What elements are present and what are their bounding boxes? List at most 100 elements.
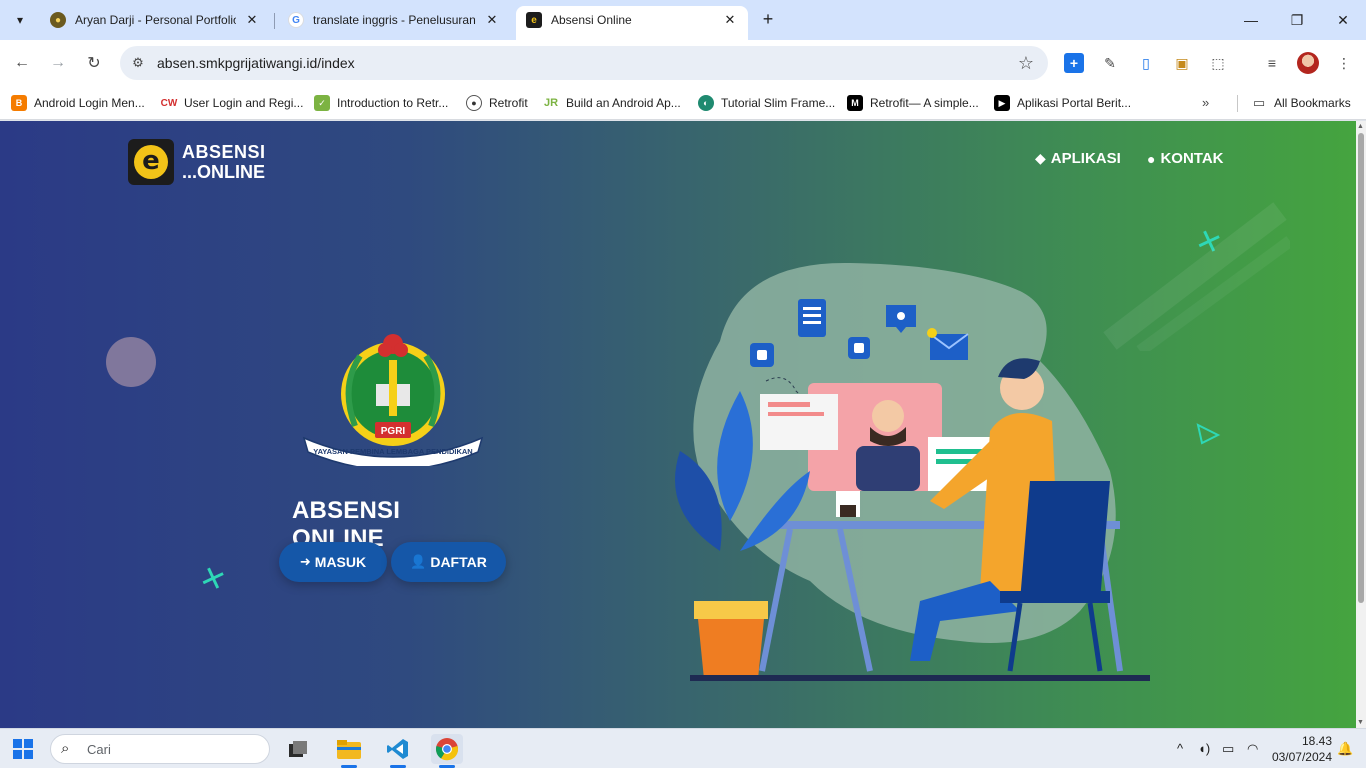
bookmark-item[interactable]: CW User Login and Regi...	[161, 92, 303, 114]
windows-taskbar: ⌕ Cari ^ ◖) ▭ ◠ 18.43 03/07/2024 🔔	[0, 728, 1366, 768]
tab-absensi-online[interactable]: e Absensi Online ✕	[516, 6, 748, 40]
jr-icon: JR	[543, 95, 559, 111]
media-control-icon[interactable]: ≡	[1262, 53, 1282, 73]
clock-time: 18.43	[1301, 734, 1332, 748]
chrome-icon[interactable]	[431, 734, 463, 768]
bookmark-label: Tutorial Slim Frame...	[721, 96, 836, 110]
decorative-bubble	[106, 337, 156, 387]
nav-aplikasi[interactable]: ◆ APLIKASI	[1035, 150, 1121, 167]
extension-plus-icon[interactable]: +	[1064, 53, 1084, 73]
url-text[interactable]: absen.smkpgrijatiwangi.id/index	[157, 55, 355, 71]
forward-button[interactable]: →	[46, 51, 70, 75]
task-view-icon[interactable]	[282, 734, 314, 764]
bookmark-label: Build an Android Ap...	[566, 96, 681, 110]
reload-button[interactable]: ↻	[82, 51, 106, 75]
emblem-ribbon-text: YAYASAN PEMBINA LEMBAGA PENDIDIKAN	[313, 447, 472, 456]
close-window-button[interactable]: ✕	[1320, 0, 1366, 40]
comments-icon: ●	[1147, 150, 1156, 167]
scroll-up-icon[interactable]: ▲	[1357, 123, 1364, 130]
bookmark-item[interactable]: ▶ Aplikasi Portal Berit...	[994, 92, 1131, 114]
notification-bell-icon[interactable]: 🔔	[1337, 741, 1353, 757]
plus-icon: +	[762, 8, 774, 29]
tab-google-search[interactable]: G translate inggris - Penelusuran G ✕	[278, 6, 510, 34]
sign-in-icon: ➜	[299, 554, 311, 569]
profile-avatar[interactable]	[1297, 52, 1319, 74]
tab-title: Absensi Online	[551, 13, 632, 27]
address-bar[interactable]: ⚙ absen.smkpgrijatiwangi.id/index ☆	[120, 46, 1048, 80]
restore-icon: ❐	[1290, 11, 1304, 28]
pgri-emblem: PGRI YAYASAN PEMBINA LEMBAGA PENDIDIKAN	[302, 334, 484, 466]
menu-kebab-icon[interactable]: ⋮	[1334, 53, 1354, 73]
file-explorer-icon[interactable]	[333, 734, 365, 768]
taskbar-search[interactable]: ⌕ Cari	[50, 734, 270, 764]
arrow-right-icon: →	[50, 54, 66, 71]
bookmark-item[interactable]: ✓ Introduction to Retr...	[314, 92, 448, 114]
new-tab-button[interactable]: +	[758, 9, 778, 29]
all-bookmarks-button[interactable]: ▭ All Bookmarks	[1251, 92, 1351, 114]
close-icon: ✕	[1337, 11, 1349, 28]
minimize-button[interactable]: —	[1228, 0, 1274, 40]
scrollbar-thumb[interactable]	[1358, 133, 1364, 603]
logo-mark: e	[128, 139, 174, 185]
bookmarks-bar: B Android Login Men... CW User Login and R…	[0, 86, 1366, 120]
close-icon[interactable]: ✕	[722, 12, 738, 28]
browser-toolbar: ← → ↻ ⚙ absen.smkpgrijatiwangi.id/index …	[0, 40, 1366, 86]
green-doc-icon: ✓	[314, 95, 330, 111]
system-clock[interactable]: 18.43 03/07/2024	[1270, 733, 1332, 765]
site-info-icon[interactable]: ⚙	[130, 55, 146, 71]
folder-icon: ▭	[1252, 95, 1266, 110]
arrow-left-icon: ←	[14, 54, 30, 71]
tray-overflow-icon[interactable]: ^	[1177, 741, 1183, 756]
minimize-icon: —	[1244, 12, 1258, 28]
page-scrollbar[interactable]: ▲ ▼	[1356, 121, 1366, 728]
extension-doc-icon[interactable]: ▯	[1136, 53, 1156, 73]
tab-title: translate inggris - Penelusuran G	[313, 13, 476, 27]
tab-divider	[274, 13, 275, 29]
google-favicon: G	[288, 12, 304, 28]
bookmark-item[interactable]: B Android Login Men...	[11, 92, 145, 114]
tab-portfolio[interactable]: ● Aryan Darji - Personal Portfolio ✕	[40, 6, 270, 34]
bookmarks-divider	[1237, 95, 1238, 112]
extensions-puzzle-icon[interactable]: ⬚	[1208, 53, 1228, 73]
office-illustration	[675, 262, 1150, 681]
masuk-button[interactable]: ➜ MASUK	[279, 542, 387, 582]
blogger-icon: B	[11, 95, 27, 111]
triangle-icon	[1196, 423, 1221, 445]
more-bookmarks-icon[interactable]: »	[1202, 95, 1209, 110]
bookmark-item[interactable]: JR Build an Android Ap...	[543, 92, 681, 114]
all-bookmarks-label: All Bookmarks	[1274, 96, 1351, 110]
wifi-icon[interactable]: ◠	[1247, 741, 1258, 757]
bookmark-label: Retrofit	[489, 96, 528, 110]
eyedropper-icon[interactable]: ✎	[1100, 53, 1120, 73]
back-button[interactable]: ←	[10, 51, 34, 75]
sparkle-icon: ✕	[195, 559, 231, 600]
user-plus-icon: 👤	[410, 554, 427, 569]
cw-icon: CW	[161, 95, 177, 111]
speaker-icon[interactable]: ◖)	[1198, 741, 1210, 756]
absensi-favicon: e	[526, 12, 542, 28]
bookmark-item[interactable]: M Retrofit— A simple...	[847, 92, 979, 114]
nav-kontak[interactable]: ● KONTAK	[1147, 150, 1224, 167]
extension-box-icon[interactable]: ▣	[1172, 53, 1192, 73]
tab-title: Aryan Darji - Personal Portfolio	[75, 13, 236, 27]
portfolio-favicon: ●	[50, 12, 66, 28]
vscode-icon[interactable]	[382, 734, 414, 768]
svg-text:PGRI: PGRI	[381, 426, 406, 437]
restore-button[interactable]: ❐	[1274, 0, 1320, 40]
battery-icon[interactable]: ▭	[1222, 741, 1234, 757]
site-logo[interactable]: e ABSENSI ...ONLINE	[128, 139, 266, 185]
scroll-down-icon[interactable]: ▼	[1357, 719, 1364, 726]
start-button[interactable]	[13, 739, 33, 759]
bookmark-item[interactable]: ● Retrofit	[466, 92, 528, 114]
tab-strip: ▾ ● Aryan Darji - Personal Portfolio ✕ G…	[0, 0, 1366, 40]
bookmark-star-icon[interactable]: ☆	[1018, 53, 1034, 74]
search-icon: ⌕	[61, 740, 70, 757]
tab-search-button[interactable]: ▾	[8, 8, 32, 32]
close-icon[interactable]: ✕	[484, 12, 500, 28]
bookmark-label: Retrofit— A simple...	[870, 96, 979, 110]
daftar-button[interactable]: 👤 DAFTAR	[391, 542, 506, 582]
close-icon[interactable]: ✕	[244, 12, 260, 28]
android-icon: ◆	[1035, 150, 1046, 166]
bookmark-label: User Login and Regi...	[184, 96, 304, 110]
bookmark-item[interactable]: ◐ Tutorial Slim Frame...	[698, 92, 835, 114]
